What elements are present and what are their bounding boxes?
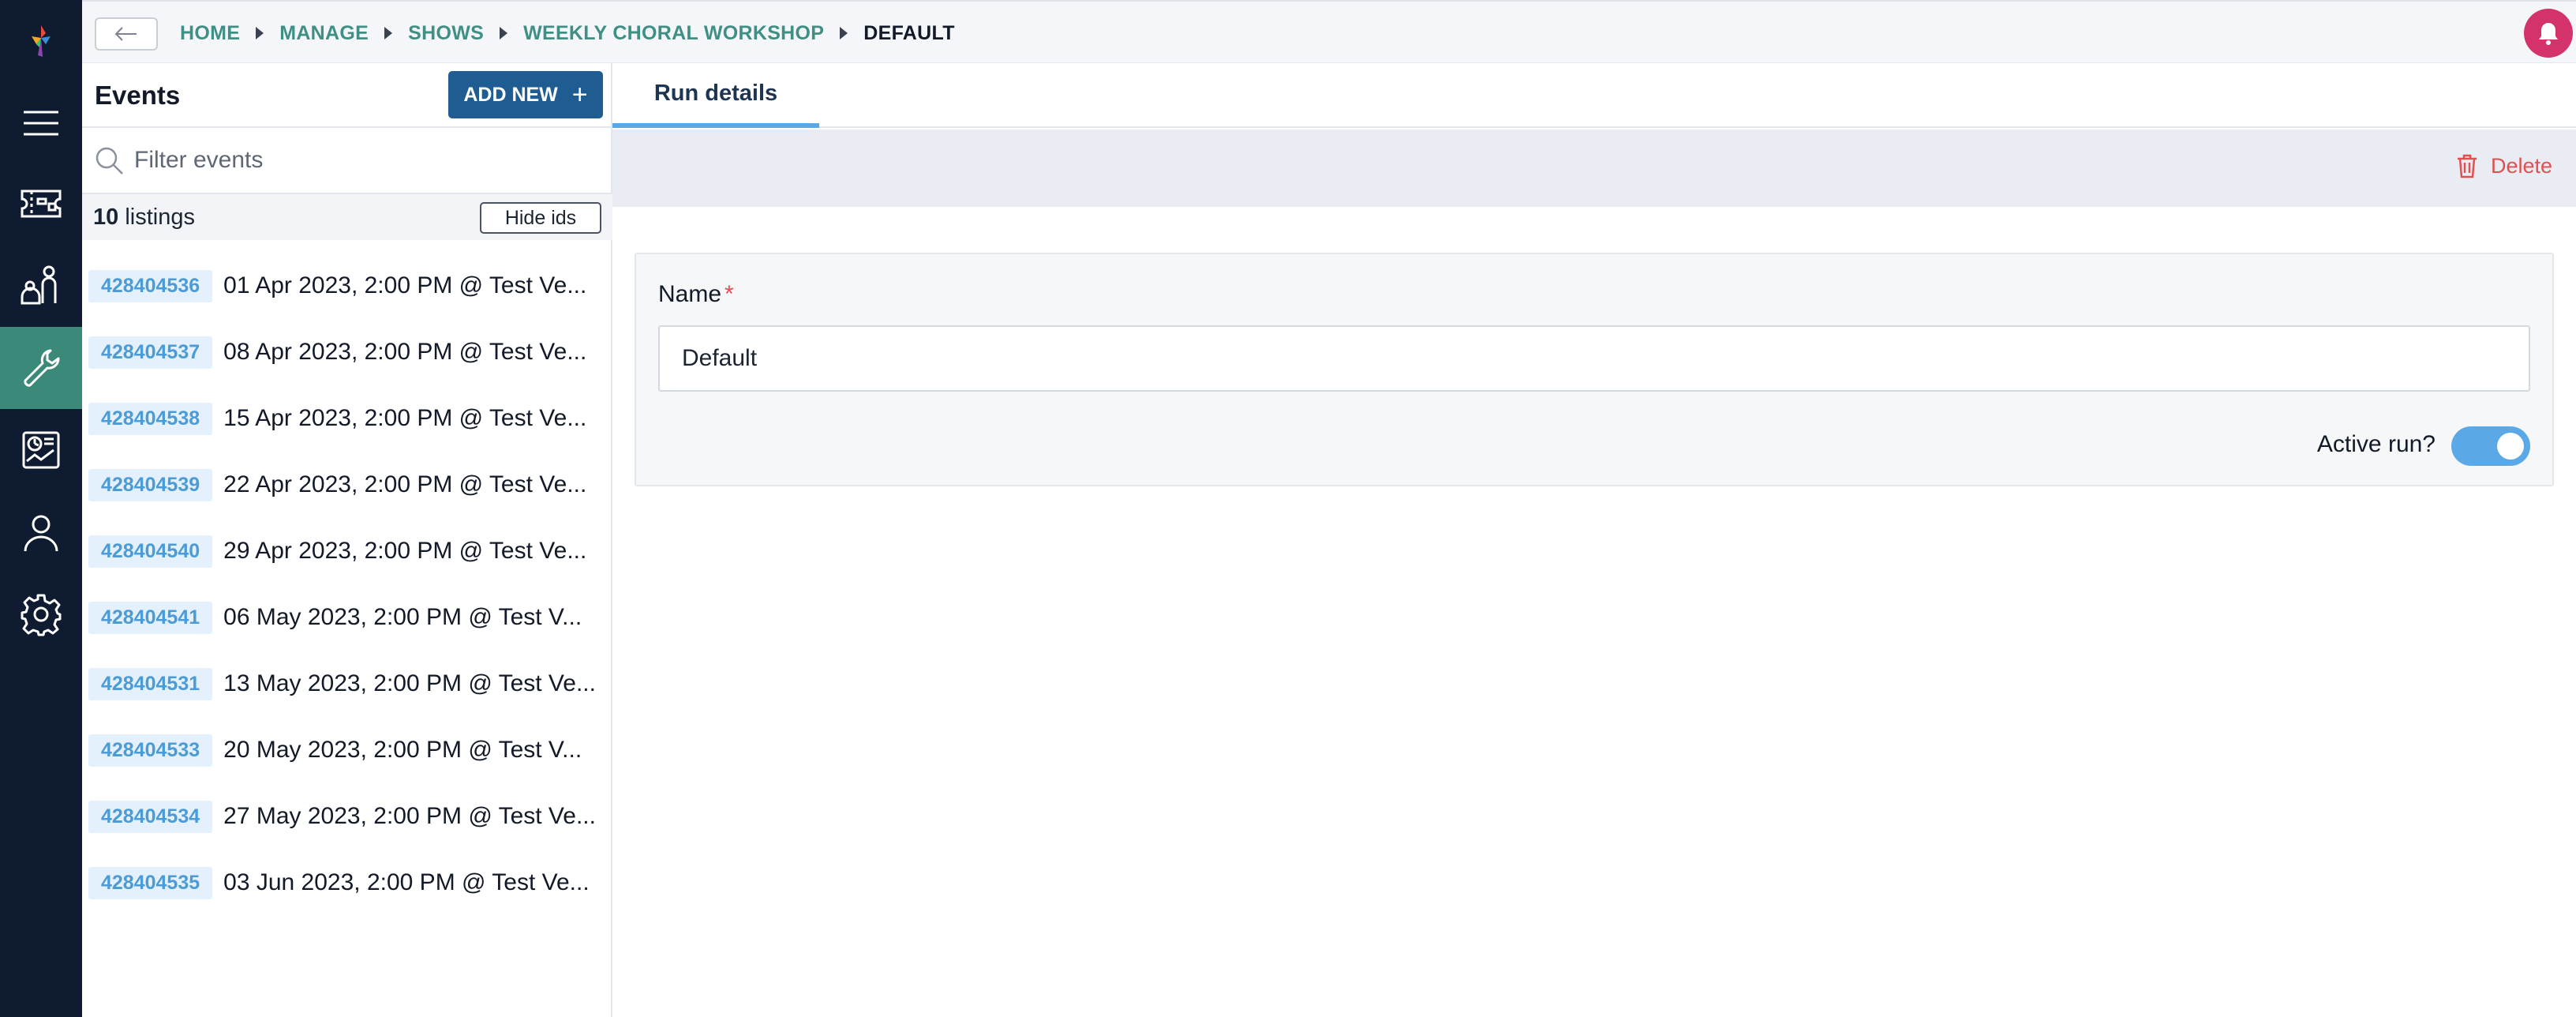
run-form: Name* Active run? [635, 253, 2554, 486]
toggle-knob [2497, 433, 2524, 460]
event-row[interactable]: 428404535 03 Jun 2023, 2:00 PM @ Test Ve… [82, 850, 612, 916]
logo-icon[interactable] [0, 0, 82, 82]
ticket-icon[interactable] [0, 163, 82, 245]
tab-run-details[interactable]: Run details [612, 63, 819, 128]
event-id-badge: 428404541 [88, 601, 213, 634]
breadcrumb-manage[interactable]: MANAGE [279, 22, 369, 45]
event-id-badge: 428404539 [88, 468, 213, 501]
filter-row [82, 128, 612, 194]
trash-icon [2457, 154, 2477, 178]
event-label: 13 May 2023, 2:00 PM @ Test Ve... [223, 670, 596, 696]
events-panel: Events ADD NEW + 10 listings Hide ids 42… [82, 63, 612, 1017]
event-row[interactable]: 428404540 29 Apr 2023, 2:00 PM @ Test Ve… [82, 518, 612, 584]
settings-icon[interactable] [0, 573, 82, 655]
hide-ids-button[interactable]: Hide ids [480, 202, 601, 234]
add-new-label: ADD NEW [463, 83, 558, 106]
breadcrumb-separator-icon [840, 27, 848, 39]
event-id-badge: 428404534 [88, 800, 213, 833]
event-label: 15 Apr 2023, 2:00 PM @ Test Ve... [223, 405, 587, 431]
events-header: Events ADD NEW + [82, 63, 612, 128]
event-id-badge: 428404538 [88, 402, 213, 435]
event-id-badge: 428404535 [88, 866, 213, 899]
event-label: 27 May 2023, 2:00 PM @ Test Ve... [223, 803, 596, 829]
event-label: 03 Jun 2023, 2:00 PM @ Test Ve... [223, 869, 590, 895]
menu-icon[interactable] [0, 82, 82, 164]
event-list: 428404536 01 Apr 2023, 2:00 PM @ Test Ve… [82, 253, 612, 916]
event-label: 20 May 2023, 2:00 PM @ Test V... [223, 737, 582, 763]
event-label: 29 Apr 2023, 2:00 PM @ Test Ve... [223, 538, 587, 564]
delete-label: Delete [2490, 153, 2552, 178]
event-row[interactable]: 428404531 13 May 2023, 2:00 PM @ Test Ve… [82, 651, 612, 717]
notifications-button[interactable] [2524, 9, 2573, 58]
event-id-badge: 428404536 [88, 269, 213, 302]
plus-icon: + [571, 80, 588, 110]
event-row[interactable]: 428404541 06 May 2023, 2:00 PM @ Test V.… [82, 584, 612, 651]
breadcrumb-separator-icon [384, 27, 393, 39]
add-new-button[interactable]: ADD NEW + [448, 71, 603, 118]
required-marker: * [724, 281, 734, 307]
back-button[interactable] [95, 17, 158, 51]
wrench-icon[interactable] [0, 327, 82, 409]
events-title: Events [95, 81, 181, 110]
top-bar: HOME MANAGE SHOWS WEEKLY CHORAL WORKSHOP… [82, 0, 2576, 63]
event-row[interactable]: 428404534 27 May 2023, 2:00 PM @ Test Ve… [82, 783, 612, 850]
delete-button[interactable]: Delete [2456, 153, 2552, 178]
listing-count-word: listings [125, 204, 195, 230]
name-field[interactable] [658, 325, 2530, 392]
reports-icon[interactable] [0, 409, 82, 491]
breadcrumb-separator-icon [500, 27, 508, 39]
active-run-label: Active run? [2316, 431, 2436, 457]
event-row[interactable]: 428404533 20 May 2023, 2:00 PM @ Test V.… [82, 717, 612, 783]
event-id-badge: 428404531 [88, 667, 213, 700]
event-row[interactable]: 428404538 15 Apr 2023, 2:00 PM @ Test Ve… [82, 385, 612, 452]
user-icon[interactable] [0, 491, 82, 573]
event-row[interactable]: 428404537 08 Apr 2023, 2:00 PM @ Test Ve… [82, 319, 612, 385]
breadcrumb-separator-icon [256, 27, 264, 39]
event-label: 06 May 2023, 2:00 PM @ Test V... [223, 604, 582, 630]
event-row[interactable]: 428404539 22 Apr 2023, 2:00 PM @ Test Ve… [82, 452, 612, 518]
event-label: 01 Apr 2023, 2:00 PM @ Test Ve... [223, 272, 587, 298]
active-run-toggle[interactable] [2451, 426, 2530, 466]
event-label: 08 Apr 2023, 2:00 PM @ Test Ve... [223, 339, 587, 365]
breadcrumb-home[interactable]: HOME [180, 22, 240, 45]
nav-rail [0, 0, 82, 1017]
breadcrumb-show[interactable]: WEEKLY CHORAL WORKSHOP [523, 22, 824, 45]
breadcrumb: HOME MANAGE SHOWS WEEKLY CHORAL WORKSHOP… [180, 2, 955, 65]
filter-events-input[interactable] [134, 147, 576, 174]
breadcrumb-shows[interactable]: SHOWS [408, 22, 484, 45]
event-id-badge: 428404540 [88, 535, 213, 568]
event-row[interactable]: 428404536 01 Apr 2023, 2:00 PM @ Test Ve… [82, 253, 612, 319]
listing-bar: 10 listings Hide ids [82, 194, 612, 240]
search-icon [95, 147, 123, 175]
tab-bar: Run details [612, 63, 2576, 128]
listing-count: 10 listings [93, 205, 195, 231]
run-details-panel: Run details Delete Name* Active run? [612, 63, 2576, 1017]
action-bar: Delete [612, 129, 2576, 207]
name-field-label: Name * [658, 281, 734, 308]
event-label: 22 Apr 2023, 2:00 PM @ Test Ve... [223, 471, 587, 497]
arrow-left-icon [114, 27, 137, 41]
breadcrumb-current: DEFAULT [863, 21, 955, 44]
bell-icon [2539, 23, 2558, 45]
event-id-badge: 428404537 [88, 336, 213, 369]
listing-count-number: 10 [93, 204, 119, 230]
event-id-badge: 428404533 [88, 734, 213, 767]
audience-icon[interactable] [0, 245, 82, 327]
name-label-text: Name [658, 281, 722, 307]
